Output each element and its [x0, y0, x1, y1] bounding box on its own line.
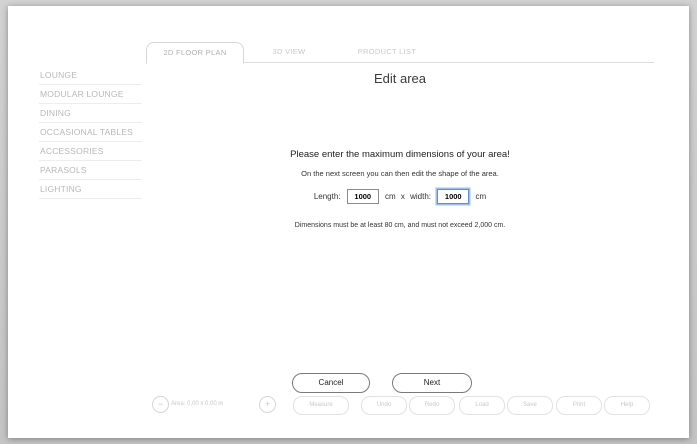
sidebar-item-occasional-tables[interactable]: OCCASIONAL TABLES — [39, 123, 142, 142]
edit-area-dialog: Edit area Please enter the maximum dimen… — [146, 63, 654, 393]
sidebar-item-lounge[interactable]: LOUNGE — [39, 66, 142, 85]
tab-2d-floor-plan[interactable]: 2D FLOOR PLAN — [146, 42, 244, 64]
category-sidebar: LOUNGE MODULAR LOUNGE DINING OCCASIONAL … — [39, 66, 142, 199]
dialog-subtext: On the next screen you can then edit the… — [301, 169, 499, 178]
sidebar-item-lighting[interactable]: LIGHTING — [39, 180, 142, 199]
tab-product-list[interactable]: PRODUCT LIST — [342, 42, 432, 62]
sidebar-item-parasols[interactable]: PARASOLS — [39, 161, 142, 180]
zoom-in-icon[interactable]: + — [259, 396, 276, 413]
undo-button[interactable]: Undo — [361, 396, 407, 415]
screen-background: LOUNGE MODULAR LOUNGE DINING OCCASIONAL … — [0, 0, 697, 444]
tab-3d-view[interactable]: 3D VIEW — [254, 42, 324, 62]
dimension-constraint-note: Dimensions must be at least 80 cm, and m… — [294, 222, 506, 229]
dialog-title: Edit area — [373, 71, 427, 86]
dimensions-row: Length: 1000 cm x width: 1000 cm — [146, 189, 654, 204]
sidebar-item-dining[interactable]: DINING — [39, 104, 142, 123]
cancel-button[interactable]: Cancel — [292, 373, 370, 393]
app-window: LOUNGE MODULAR LOUNGE DINING OCCASIONAL … — [8, 6, 689, 438]
next-button[interactable]: Next — [392, 373, 472, 393]
zoom-out-icon[interactable]: − — [152, 396, 169, 413]
redo-button[interactable]: Redo — [409, 396, 455, 415]
dialog-heading: Please enter the maximum dimensions of y… — [290, 149, 510, 160]
length-label: Length: — [313, 192, 341, 201]
width-label: width: — [410, 192, 432, 201]
length-unit: cm — [384, 192, 396, 201]
dimension-separator: x — [400, 192, 405, 201]
width-input[interactable]: 1000 — [437, 189, 470, 204]
bottom-toolbar: − Area: 0,00 x 0,00 m + Measure Undo Red… — [146, 396, 654, 416]
print-button[interactable]: Print — [556, 396, 602, 415]
area-readout: Area: 0,00 x 0,00 m — [171, 401, 224, 407]
length-input[interactable]: 1000 — [346, 189, 379, 204]
sidebar-item-accessories[interactable]: ACCESSORIES — [39, 142, 142, 161]
width-unit: cm — [475, 192, 487, 201]
sidebar-item-modular-lounge[interactable]: MODULAR LOUNGE — [39, 85, 142, 104]
save-button[interactable]: Save — [507, 396, 553, 415]
help-button[interactable]: Help — [604, 396, 650, 415]
measure-button[interactable]: Measure — [293, 396, 349, 415]
load-button[interactable]: Load — [459, 396, 505, 415]
